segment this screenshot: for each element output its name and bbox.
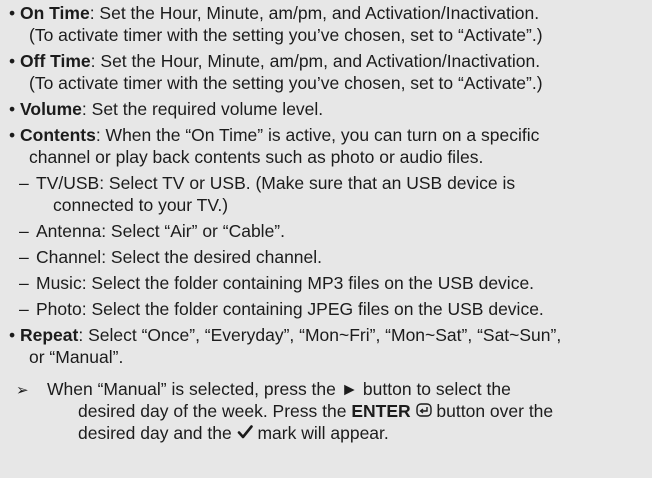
repeat-text: : Select “Once”, “Everyday”, “Mon~Fri”, …	[78, 325, 562, 345]
volume-text: : Set the required volume level.	[81, 99, 324, 119]
subitem-music: – Music: Select the folder containing MP3…	[19, 272, 535, 294]
contents-text: : When the “On Time” is active, you can …	[95, 125, 540, 145]
dash-marker: –	[19, 247, 29, 267]
subitem-photo: – Photo: Select the folder containing JPE…	[19, 298, 544, 320]
off-time-label: Off Time	[20, 51, 91, 71]
on-time-text-continued: (To activate timer with the setting you’…	[29, 25, 543, 45]
off-time-text-continued: (To activate timer with the setting you’…	[29, 73, 543, 93]
subitem-tv-usb-continued: connected to your TV.)	[53, 195, 229, 215]
bullet-marker: •	[9, 3, 16, 23]
repeat-note: ➢ When “Manual” is selected, press the ► …	[16, 378, 511, 402]
bullet-repeat: • Repeat: Select “Once”, “Everyday”, “Mon…	[9, 324, 562, 346]
subitem-tv-usb: – TV/USB: Select TV or USB. (Make sure th…	[19, 172, 516, 194]
subitem-antenna: – Antenna: Select “Air” or “Cable”.	[19, 220, 285, 242]
bullet-marker: •	[9, 125, 16, 145]
bullet-marker: •	[9, 99, 16, 119]
repeat-note-line2: desired day of the week. Press the ENTER…	[78, 400, 553, 422]
volume-label: Volume	[20, 99, 82, 119]
bullet-off-time: • Off Time: Set the Hour, Minute, am/pm, …	[9, 50, 541, 72]
subitem-channel: – Channel: Select the desired channel.	[19, 246, 323, 268]
note-text: When “Manual” is selected, press the ► b…	[47, 379, 511, 399]
document-page: • On Time: Set the Hour, Minute, am/pm, a…	[0, 0, 652, 478]
subitem-text: TV/USB: Select TV or USB. (Make sure tha…	[36, 173, 516, 193]
contents-label: Contents	[20, 125, 96, 145]
enter-icon	[415, 400, 432, 422]
bullet-marker: •	[9, 325, 16, 345]
subitem-text: Music: Select the folder containing MP3 …	[36, 273, 535, 293]
dash-marker: –	[19, 173, 29, 193]
note-text: desired day of the week. Press the	[78, 401, 352, 421]
note-text: mark will appear.	[252, 423, 389, 443]
repeat-label: Repeat	[20, 325, 79, 345]
enter-button-label: ENTER	[351, 401, 411, 421]
dash-marker: –	[19, 273, 29, 293]
bullet-contents: • Contents: When the “On Time” is active,…	[9, 124, 540, 146]
subitem-text: Antenna: Select “Air” or “Cable”.	[36, 221, 285, 241]
contents-text-continued: channel or play back contents such as ph…	[29, 147, 484, 167]
subitem-text: Photo: Select the folder containing JPEG…	[36, 299, 544, 319]
repeat-text-continued: or “Manual”.	[29, 347, 124, 367]
note-text: button over the	[431, 401, 554, 421]
off-time-text: : Set the Hour, Minute, am/pm, and Activ…	[90, 51, 541, 71]
repeat-note-line3: desired day and the mark will appear.	[78, 422, 389, 444]
bullet-marker: •	[9, 51, 16, 71]
bullet-on-time: • On Time: Set the Hour, Minute, am/pm, a…	[9, 2, 540, 24]
arrow-marker-icon: ➢	[16, 382, 29, 399]
check-mark-icon	[237, 422, 253, 444]
note-text: desired day and the	[78, 423, 237, 443]
on-time-label: On Time	[20, 3, 90, 23]
dash-marker: –	[19, 221, 29, 241]
dash-marker: –	[19, 299, 29, 319]
bullet-volume: • Volume: Set the required volume level.	[9, 98, 324, 120]
subitem-text: Channel: Select the desired channel.	[36, 247, 323, 267]
on-time-text: : Set the Hour, Minute, am/pm, and Activ…	[89, 3, 540, 23]
